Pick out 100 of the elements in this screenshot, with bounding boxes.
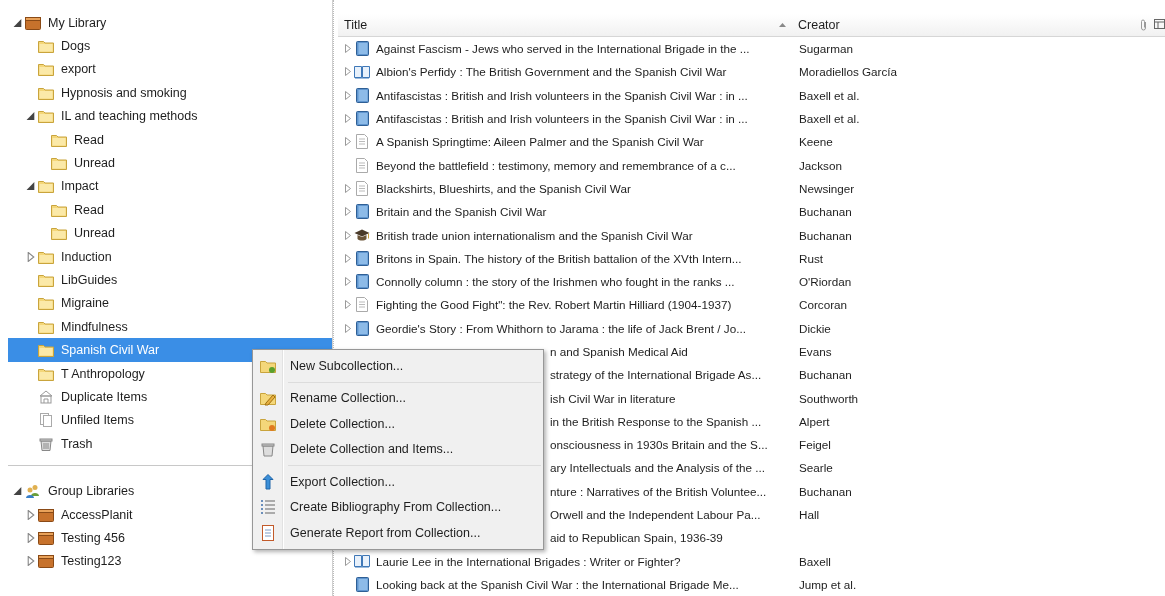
title-cell-text: Antifascistas : British and Irish volunteers in the Spanish Civil War : in ... <box>376 88 749 102</box>
column-header[interactable]: Title <box>338 14 794 36</box>
creator-cell: O'Riordan <box>799 275 852 289</box>
book-icon <box>355 111 369 127</box>
menu-item[interactable]: Delete Collection... <box>255 411 541 437</box>
sort-arrow-icon <box>779 23 786 27</box>
folder-icon <box>38 273 54 287</box>
folder-icon <box>38 62 54 77</box>
folder-icon <box>38 179 54 194</box>
tree-item[interactable]: Impact <box>8 174 332 199</box>
trash-icon <box>38 436 54 451</box>
tree-item[interactable]: export <box>8 57 332 82</box>
folder-icon <box>38 39 54 54</box>
folder-icon <box>38 249 54 264</box>
book-icon <box>355 576 369 592</box>
book-icon <box>355 274 369 290</box>
disclosure-triangle-icon[interactable] <box>13 486 23 497</box>
arrow-up-icon <box>260 473 276 490</box>
document-icon <box>356 134 368 150</box>
tree-item[interactable]: Mindfulness <box>8 315 332 339</box>
creator-cell: Jump et al. <box>799 577 857 591</box>
title-cell-text: Beyond the battlefield : testimony, memory and remembrance of a c... <box>376 158 737 172</box>
creator-cell: Buchanan <box>799 205 852 219</box>
menu-item[interactable]: Generate Report from Collection... <box>255 520 541 546</box>
title-cell-text: strategy of the International Brigade As... <box>550 368 763 382</box>
title-cell-text: Britons in Spain. The history of the British battalion of the XVth Intern... <box>376 251 743 265</box>
creator-cell: Alpert <box>799 414 830 428</box>
tree-item[interactable]: LibGuides <box>8 268 332 292</box>
title-cell-text: Britain and the Spanish Civil War <box>376 205 548 219</box>
creator-cell: Searle <box>799 461 833 475</box>
creator-cell: Corcoran <box>799 298 848 312</box>
pages-icon <box>38 413 54 428</box>
tree-item[interactable]: Unread <box>8 151 332 175</box>
title-cell-text: aid to Republican Spain, 1936-39 <box>550 531 724 545</box>
title-cell-text: A Spanish Springtime: Aileen Palmer and the Spanish Civil War <box>376 135 705 149</box>
menu-item[interactable]: Create Bibliography From Collection... <box>255 494 541 520</box>
list-icon <box>260 499 276 516</box>
box-icon <box>25 15 41 30</box>
tree-item[interactable]: Migraine <box>8 291 332 316</box>
menu-item[interactable]: Delete Collection and Items... <box>255 436 541 462</box>
folder-icon <box>38 109 54 124</box>
creator-cell: Hall <box>799 508 820 522</box>
column-header[interactable]: Creator <box>794 14 1139 36</box>
title-cell-text: ish Civil War in literature <box>550 391 677 405</box>
tree-item[interactable]: Unread <box>8 221 332 245</box>
book-icon <box>355 320 369 336</box>
book-icon <box>355 250 369 266</box>
disclosure-triangle-icon[interactable] <box>26 111 36 122</box>
tree-item[interactable]: My Library <box>8 11 332 35</box>
title-cell-text: in the British Response to the Spanish ... <box>550 414 763 428</box>
column-picker-icon[interactable] <box>1154 19 1165 31</box>
title-cell-text: Geordie's Story : From Whithorn to Jarama : the life of Jack Brent / Jo... <box>376 321 747 335</box>
box-icon <box>38 507 54 522</box>
disclosure-triangle-icon[interactable] <box>13 17 23 28</box>
book-icon <box>355 41 369 57</box>
folder-icon <box>38 85 54 100</box>
folder-icon <box>51 226 67 241</box>
title-cell-text: n and Spanish Medical Aid <box>550 345 689 358</box>
duplicates-icon <box>38 389 54 404</box>
book-icon <box>355 87 369 103</box>
folder-icon <box>38 296 54 311</box>
trash-icon <box>260 441 276 458</box>
tree-item[interactable]: Read <box>8 127 332 152</box>
title-cell-text: Albion's Perfidy : The British Government and the Spanish Civil War <box>376 65 728 79</box>
open-book-icon <box>354 554 370 569</box>
creator-cell: Sugarman <box>799 42 853 56</box>
title-cell-text: ary Intellectuals and the Analysis of the ... <box>550 461 767 475</box>
creator-cell: Feigel <box>799 438 831 452</box>
tree-item[interactable]: Testing123 <box>8 549 332 573</box>
folder-icon <box>51 132 67 147</box>
paperclip-icon[interactable] <box>1139 18 1148 32</box>
title-cell-text: Orwell and the Independent Labour Pa... <box>550 508 762 522</box>
graduation-cap-icon <box>354 228 370 242</box>
book-icon <box>355 204 369 220</box>
title-cell-text: Antifascistas : British and Irish volunteers in the Spanish Civil War : in ... <box>376 112 749 126</box>
creator-cell: Southworth <box>799 391 859 405</box>
tree-item[interactable]: Induction <box>8 244 332 269</box>
creator-cell: Rust <box>799 251 824 265</box>
creator-cell: Buchanan <box>799 368 852 382</box>
tree-item[interactable]: IL and teaching methods <box>8 104 332 128</box>
creator-cell: Baxell et al. <box>799 112 860 126</box>
menu-item[interactable]: Rename Collection... <box>255 385 541 411</box>
disclosure-triangle-icon[interactable] <box>26 181 36 192</box>
title-cell-text: British trade union internationalism and the Spanish Civil War <box>376 228 694 242</box>
title-cell-text: Blackshirts, Blueshirts, and the Spanish Civil War <box>376 181 632 195</box>
title-cell-text: Looking back at the Spanish Civil War : the International Brigade Me... <box>376 577 740 591</box>
tree-item[interactable]: Dogs <box>8 34 332 58</box>
folder-icon <box>51 202 67 217</box>
tree-item[interactable]: Hypnosis and smoking <box>8 81 332 105</box>
creator-cell: Buchanan <box>799 484 852 498</box>
menu-item[interactable]: Export Collection... <box>255 469 541 495</box>
title-cell-text: nture : Narratives of the British Voluntee... <box>550 484 768 498</box>
creator-cell: Newsinger <box>799 181 855 195</box>
creator-cell: Buchanan <box>799 228 852 242</box>
creator-cell: Baxell <box>799 554 831 568</box>
title-cell-text: onsciousness in 1930s Britain and the S... <box>550 438 769 452</box>
creator-cell: Keene <box>799 135 833 149</box>
folder-pencil-icon <box>260 390 276 407</box>
folder-icon <box>38 366 54 381</box>
tree-item[interactable]: Read <box>8 198 332 222</box>
